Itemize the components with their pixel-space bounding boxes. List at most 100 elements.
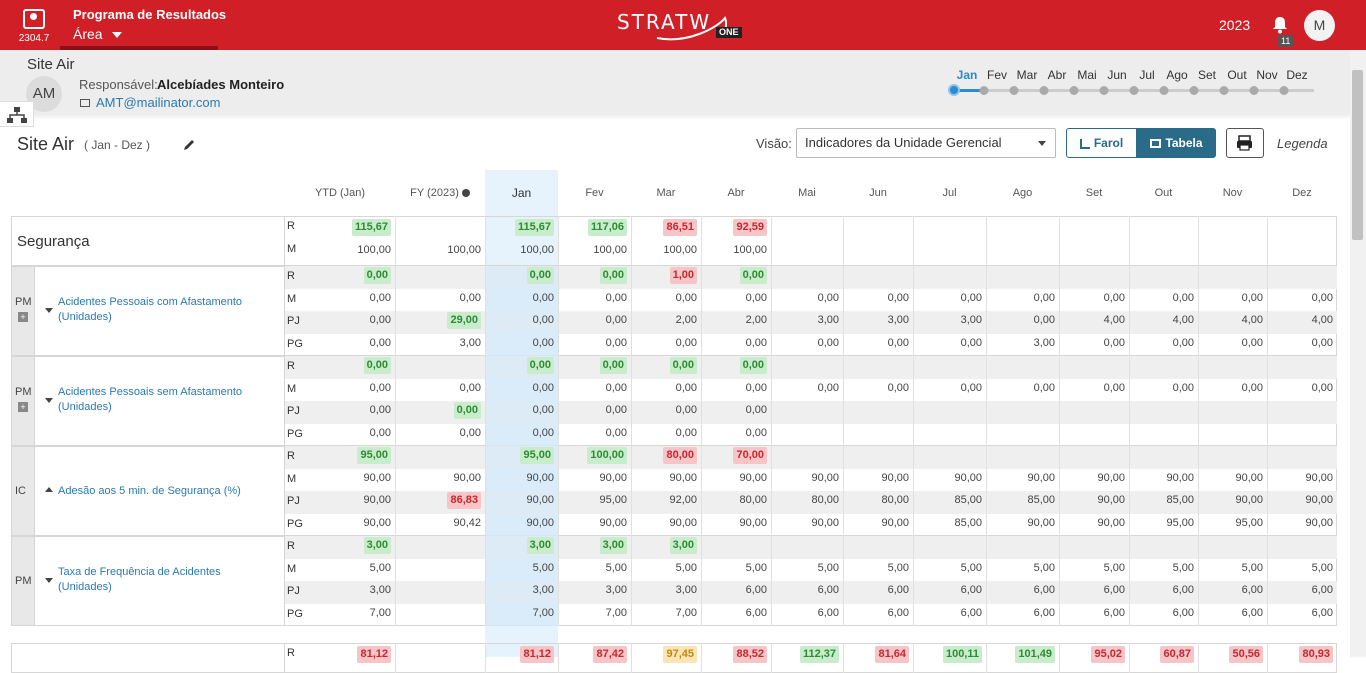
caret-down-icon[interactable] <box>45 578 53 583</box>
value-cell: 0,00 <box>605 314 627 326</box>
visao-select[interactable]: Indicadores da Unidade Gerencial <box>796 128 1056 158</box>
value-cell: 0,00 <box>817 381 839 394</box>
month-label-jun[interactable]: Jun <box>1107 68 1126 82</box>
value-cell: 0,00 <box>1241 381 1263 394</box>
value-cell: 90,00 <box>1097 494 1125 506</box>
value-cell: 0,00 <box>459 381 481 394</box>
row-label-pj: PJ <box>287 315 300 327</box>
value-cell: 0,00 <box>1241 336 1263 349</box>
indicator-type: PM <box>15 386 32 398</box>
column-header[interactable]: Jul <box>913 170 986 216</box>
column-header[interactable]: Mar <box>631 170 701 216</box>
column-divider <box>843 266 844 356</box>
column-header[interactable]: Fev <box>558 170 631 216</box>
column-divider <box>1267 266 1268 356</box>
column-divider <box>1198 266 1199 356</box>
value-badge: 0,00 <box>363 267 391 284</box>
print-button[interactable] <box>1226 128 1264 158</box>
month-label-abr[interactable]: Abr <box>1048 68 1067 82</box>
column-divider <box>558 446 559 536</box>
column-divider <box>1059 643 1060 673</box>
column-header[interactable]: YTD (Jan) <box>285 170 395 216</box>
value-badge: 3,00 <box>669 537 697 554</box>
month-label-jan[interactable]: Jan <box>957 68 978 82</box>
column-header[interactable]: Dez <box>1267 170 1337 216</box>
legenda-link[interactable]: Legenda <box>1277 136 1328 151</box>
column-header[interactable]: Jun <box>843 170 913 216</box>
value-badge: 95,00 <box>357 447 391 464</box>
month-label-nov[interactable]: Nov <box>1256 68 1277 82</box>
value-badge: 117,06 <box>587 219 627 236</box>
month-label-out[interactable]: Out <box>1227 68 1246 82</box>
month-label-fev[interactable]: Fev <box>987 68 1007 82</box>
column-divider <box>1059 536 1060 626</box>
month-dot[interactable] <box>1039 86 1049 95</box>
month-label-jul[interactable]: Jul <box>1139 68 1154 82</box>
column-header[interactable]: Jan <box>485 170 558 216</box>
column-header[interactable]: Abr <box>701 170 771 216</box>
app-menu-button[interactable]: 2304.7 <box>16 6 52 46</box>
value-cell: 2,00 <box>745 314 767 326</box>
month-dot[interactable] <box>1009 86 1019 95</box>
month-selector[interactable]: Jan Fev Mar Abr Mai Jun Jul Ago Set Out Nov Dez <box>948 68 1322 102</box>
expand-plus-icon[interactable]: + <box>18 402 28 412</box>
indicator-name[interactable]: Acidentes Pessoais com Afastamento (Unid… <box>58 295 258 325</box>
month-dot[interactable] <box>1069 86 1079 95</box>
value-cell: 0,00 <box>1033 314 1055 326</box>
month-dot[interactable] <box>1129 86 1139 95</box>
bell-icon[interactable] <box>1270 15 1290 35</box>
caret-down-icon[interactable] <box>45 308 53 313</box>
month-label-mar[interactable]: Mar <box>1017 68 1038 82</box>
month-label-dez[interactable]: Dez <box>1286 68 1307 82</box>
value-cell: 90,00 <box>1235 471 1263 484</box>
month-label-ago[interactable]: Ago <box>1166 68 1187 82</box>
pencil-icon[interactable] <box>182 138 196 152</box>
org-chart-button[interactable] <box>0 101 34 127</box>
user-avatar[interactable]: M <box>1304 10 1335 41</box>
value-cell: 3,00 <box>817 314 839 326</box>
column-divider <box>843 216 844 266</box>
value-cell: 3,00 <box>532 584 554 596</box>
column-header[interactable]: Ago <box>986 170 1059 216</box>
month-label-mai[interactable]: Mai <box>1077 68 1096 82</box>
info-icon[interactable] <box>461 189 470 198</box>
month-label-set[interactable]: Set <box>1198 68 1216 82</box>
year-selector[interactable]: 2023 <box>1219 17 1250 33</box>
value-cell: 5,00 <box>675 561 697 574</box>
indicator-name[interactable]: Adesão aos 5 min. de Segurança (%) <box>58 484 258 499</box>
farol-button[interactable]: Farol <box>1066 128 1137 158</box>
scrollbar-thumb[interactable] <box>1352 70 1363 240</box>
month-dot[interactable] <box>1279 86 1289 95</box>
value-cell: 90,00 <box>526 471 554 484</box>
value-cell: 0,00 <box>369 291 391 304</box>
indicator-type: IC <box>15 485 26 497</box>
indicator-name[interactable]: Taxa de Frequência de Acidentes (Unidade… <box>58 565 258 595</box>
value-badge: 0,00 <box>363 357 391 374</box>
tabela-button[interactable]: Tabela <box>1137 128 1216 158</box>
responsible-email[interactable]: AMT@mailinator.com <box>96 95 220 110</box>
value-cell: 0,00 <box>1172 336 1194 349</box>
month-dot[interactable] <box>1099 86 1109 95</box>
caret-down-icon[interactable] <box>45 398 53 403</box>
value-cell: 0,00 <box>1241 291 1263 304</box>
value-cell: 0,00 <box>605 426 627 439</box>
month-dot[interactable] <box>1249 86 1259 95</box>
month-dot[interactable] <box>979 86 989 95</box>
caret-up-icon[interactable] <box>45 487 53 492</box>
column-header[interactable]: Mai <box>771 170 843 216</box>
indicator-name[interactable]: Acidentes Pessoais sem Afastamento (Unid… <box>58 385 258 415</box>
month-dot[interactable] <box>1219 86 1229 95</box>
program-title[interactable]: Programa de Resultados <box>73 7 226 22</box>
column-header[interactable]: Out <box>1129 170 1198 216</box>
column-header[interactable]: Set <box>1059 170 1129 216</box>
value-cell: 7,00 <box>532 606 554 619</box>
month-dot[interactable] <box>948 84 960 96</box>
value-cell: 0,00 <box>605 291 627 304</box>
area-dropdown[interactable]: Área <box>73 26 123 42</box>
column-header[interactable]: Nov <box>1198 170 1267 216</box>
month-dot[interactable] <box>1189 86 1199 95</box>
value-cell: 0,00 <box>605 381 627 394</box>
expand-plus-icon[interactable]: + <box>18 312 28 322</box>
column-header[interactable]: FY (2023) <box>395 170 485 216</box>
month-dot[interactable] <box>1159 86 1169 95</box>
